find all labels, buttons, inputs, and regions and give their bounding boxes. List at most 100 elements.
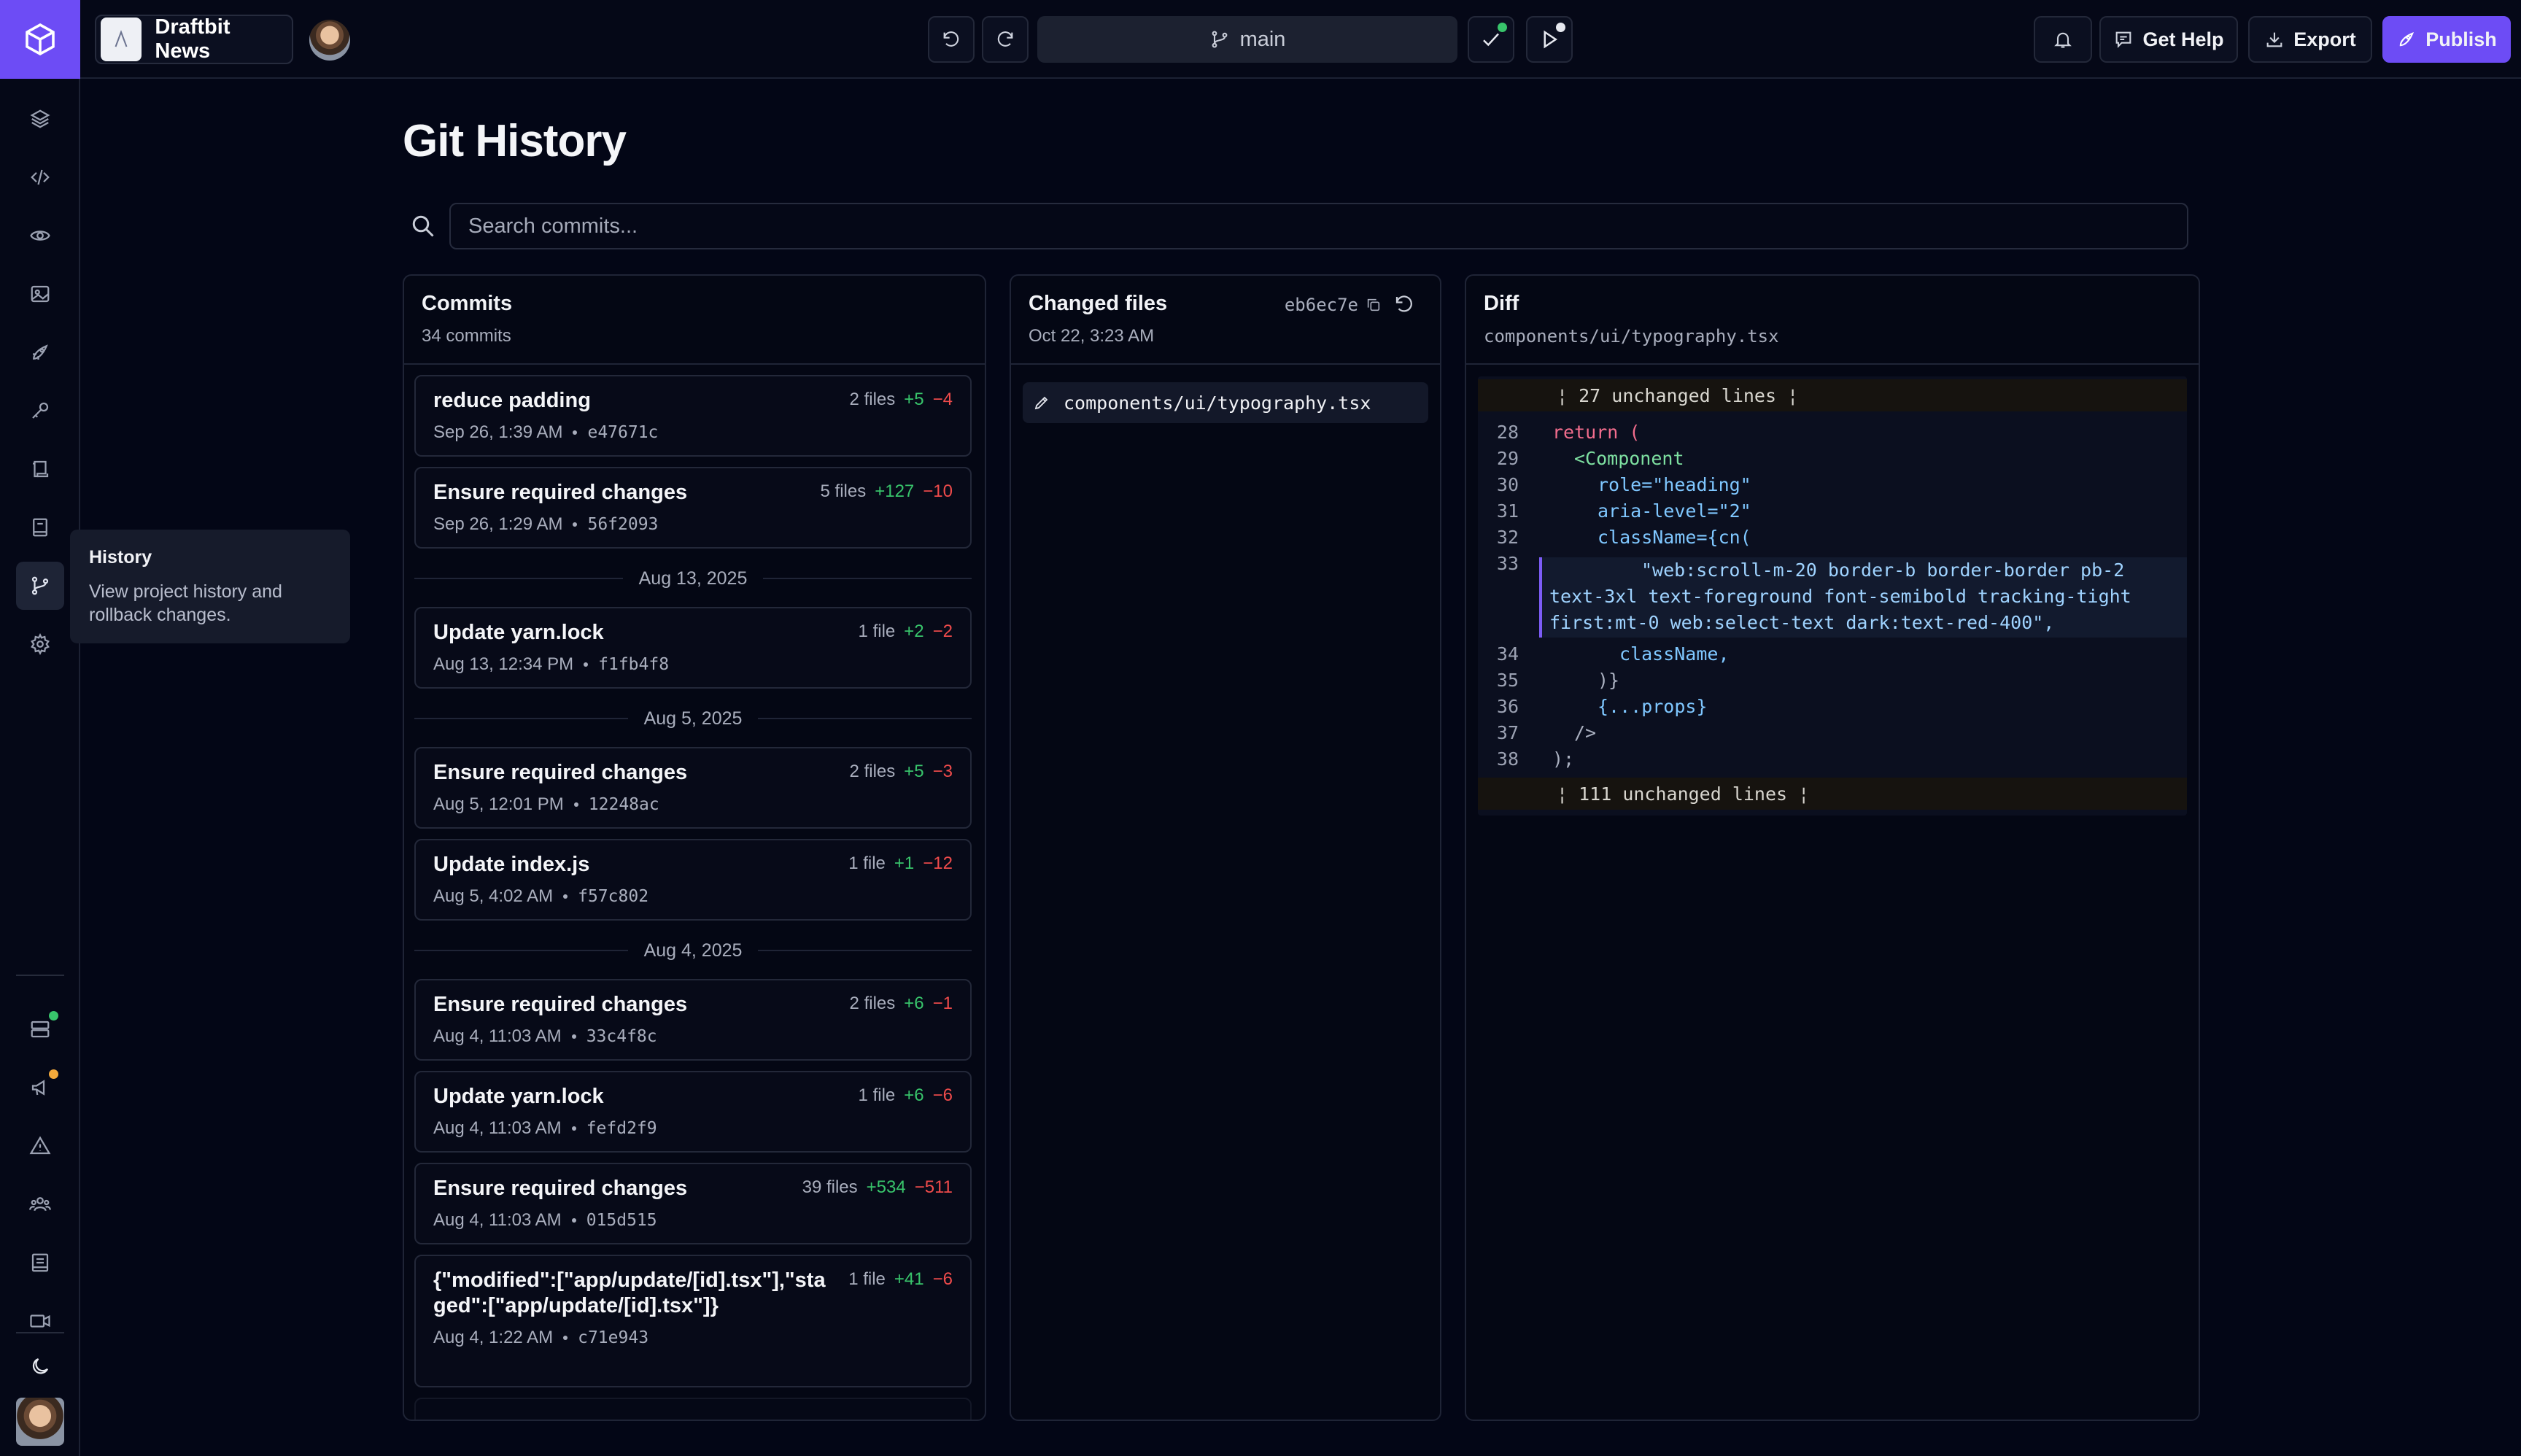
rail-docs-button[interactable] [16,503,64,551]
code-text: text-3xl text-foreground font-semibold t… [1549,586,2131,607]
commit-hash: f57c802 [578,887,649,906]
commit-message: {"modified":["app/update/[id].tsx"],"sta… [433,1269,826,1317]
rail-server-button[interactable] [16,1005,64,1053]
additions: +127 [875,481,915,501]
theme-toggle-button[interactable] [16,1342,64,1390]
rail-video-button[interactable] [16,1297,64,1345]
check-status-button[interactable] [1468,16,1514,63]
eye-icon [30,231,50,241]
rail-alerts-button[interactable] [16,1122,64,1170]
export-label: Export [2293,28,2356,50]
commit-stats: 2 files +5 −4 [850,390,953,410]
redo-button[interactable] [982,16,1029,63]
commit-stats: 1 file +6 −6 [859,1085,953,1106]
notifications-button[interactable] [2034,16,2092,63]
top-bar: Draftbit News main Get Help Export Publi… [80,0,2521,79]
collaborator-avatar[interactable] [309,20,350,61]
diff-title: Diff [1484,292,1519,315]
commit-stats: 2 files +6 −1 [850,994,953,1014]
project-icon [101,18,142,61]
history-tooltip: History View project history and rollbac… [70,530,350,643]
code-text: first:mt-0 web:select-text dark:text-red… [1549,612,2055,633]
project-switcher[interactable]: Draftbit News [95,15,293,64]
bell-icon [2054,32,2072,48]
app-logo[interactable] [0,0,80,79]
collapsed-lines-bottom[interactable]: ¦ 111 unchanged lines ¦ [1478,778,2187,810]
rail-deploy-button[interactable] [16,328,64,376]
deletions: −12 [923,853,953,873]
diff-line: 34 className, [1478,640,2187,667]
commit-item[interactable]: Update index.js Aug 5, 4:02 AM f57c802 1 … [414,839,972,921]
line-number: 28 [1496,421,1519,443]
code-text: className, [1619,643,1730,665]
search-commits-input[interactable] [449,203,2188,249]
get-help-button[interactable]: Get Help [2099,16,2238,63]
collapsed-lines-top[interactable]: ¦ 27 unchanged lines ¦ [1478,379,2187,411]
commit-item-partial[interactable] [414,1398,972,1420]
rail-code-button[interactable] [16,153,64,201]
rail-layers-button[interactable] [16,95,64,143]
user-avatar[interactable] [16,1398,64,1446]
commit-message: reduce padding [433,389,591,412]
commit-hash: 12248ac [588,795,659,814]
commit-item[interactable]: Update yarn.lock Aug 13, 12:34 PM f1fb4f8… [414,607,972,689]
commit-message: Ensure required changes [433,1177,688,1200]
rocket-icon [2400,31,2414,47]
docs-icon [31,1253,49,1272]
undo-button[interactable] [928,16,975,63]
diff-line: 30 role="heading" [1478,471,2187,497]
branch-name: main [1239,27,1286,51]
commit-date: Aug 4, 1:22 AM [433,1328,554,1347]
commit-item[interactable]: Ensure required changes Aug 4, 11:03 AM 3… [414,979,972,1061]
diff-line: 37 /> [1478,719,2187,746]
rail-keys-button[interactable] [16,387,64,435]
status-dot [1556,23,1565,32]
commit-item[interactable]: Ensure required changes Aug 4, 11:03 AM 0… [414,1163,972,1244]
commit-hash: f1fb4f8 [598,655,670,674]
rail-assets-button[interactable] [16,270,64,318]
export-button[interactable]: Export [2248,16,2372,63]
commit-item[interactable]: reduce padding Sep 26, 1:39 AM e47671c 2 … [414,375,972,457]
project-name: Draftbit News [155,15,231,63]
rail-announcements-button[interactable] [16,1064,64,1112]
code-icon [31,169,50,185]
rail-preview-button[interactable] [16,212,64,260]
rail-logs-button[interactable] [16,445,64,493]
changed-file-item[interactable]: components/ui/typography.tsx [1023,382,1428,423]
commit-item[interactable]: Ensure required changes Aug 5, 12:01 PM 1… [414,747,972,829]
selected-commit-hash[interactable]: eb6ec7e [1285,295,1382,315]
gear-icon [31,633,50,655]
publish-button[interactable]: Publish [2382,16,2511,63]
commit-date: Sep 26, 1:39 AM [433,422,563,442]
code-text: aria-level="2" [1598,500,1751,522]
files-count: 2 files [849,390,896,409]
diff-line: 36 {...props} [1478,693,2187,719]
cube-logo-icon [26,23,55,56]
commit-date: Oct 22, 3:23 AM [1029,326,1155,346]
rail-divider [16,975,64,976]
files-count: 1 file [858,1085,896,1105]
line-number: 37 [1496,721,1519,743]
code-text: role="heading" [1598,473,1751,495]
rail-history-button[interactable] [16,562,64,610]
chat-icon [2116,31,2131,48]
branch-selector[interactable]: main [1037,16,1457,63]
line-number: 32 [1496,526,1519,548]
commit-stats: 1 file +41 −6 [848,1269,953,1290]
commit-stats: 39 files +534 −511 [802,1177,953,1198]
files-count: 2 files [849,994,896,1013]
diff-line: 28 return ( [1478,419,2187,445]
commit-item[interactable]: {"modified":["app/update/[id].tsx"],"sta… [414,1255,972,1387]
revert-button[interactable] [1393,293,1415,319]
commit-item[interactable]: Update yarn.lock Aug 4, 11:03 AM fefd2f9 … [414,1071,972,1153]
line-number: 29 [1496,447,1519,469]
changed-file-path: components/ui/typography.tsx [1064,392,1371,414]
run-preview-button[interactable] [1526,16,1573,63]
rail-team-button[interactable] [16,1180,64,1228]
video-icon [30,1314,50,1328]
diff-header: Diff components/ui/typography.tsx [1466,276,2199,365]
rail-guides-button[interactable] [16,1239,64,1287]
commit-item[interactable]: Ensure required changes Sep 26, 1:29 AM 5… [414,467,972,549]
rail-settings-button[interactable] [16,620,64,668]
commit-hash-text: eb6ec7e [1284,295,1358,315]
